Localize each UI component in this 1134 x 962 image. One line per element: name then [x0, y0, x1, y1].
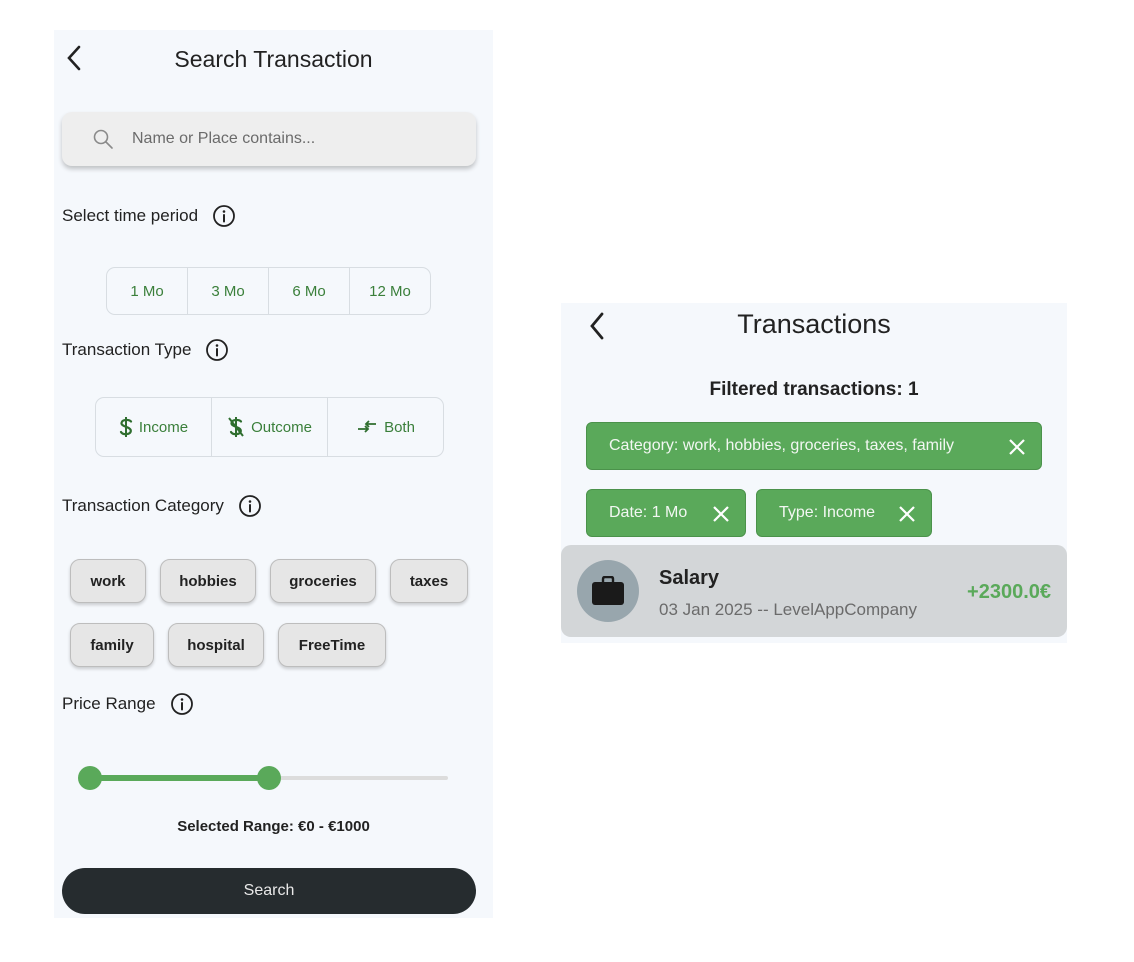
type-option-income[interactable]: Income	[96, 398, 212, 456]
period-option-1mo[interactable]: 1 Mo	[107, 268, 188, 314]
transaction-type-label: Transaction Type	[62, 340, 192, 359]
info-icon[interactable]	[238, 494, 262, 518]
category-chip-family[interactable]: family	[70, 623, 154, 667]
transaction-meta: 03 Jan 2025 -- LevelAppCompany	[659, 600, 917, 619]
transaction-amount: +2300.0€	[967, 581, 1051, 603]
time-period-section: Select time period	[62, 204, 236, 228]
period-option-6mo[interactable]: 6 Mo	[269, 268, 350, 314]
info-icon[interactable]	[212, 204, 236, 228]
category-chip-groceries[interactable]: groceries	[270, 559, 376, 603]
price-range-max-handle[interactable]	[257, 766, 281, 790]
filter-chip-type: Type: Income	[756, 489, 932, 537]
type-option-both[interactable]: Both	[328, 398, 443, 456]
info-icon[interactable]	[170, 692, 194, 716]
search-field[interactable]	[62, 112, 476, 166]
time-period-selector: 1 Mo 3 Mo 6 Mo 12 Mo	[106, 267, 431, 315]
type-option-label: Outcome	[251, 418, 312, 436]
transactions-screen: Transactions Filtered transactions: 1 Ca…	[561, 303, 1067, 643]
transaction-type-selector: Income Outcome Both	[95, 397, 444, 457]
filter-chip-label: Date: 1 Mo	[609, 504, 688, 521]
filter-chip-date: Date: 1 Mo	[586, 489, 746, 537]
category-chip-hospital[interactable]: hospital	[168, 623, 264, 667]
dollar-crossed-icon	[228, 417, 244, 437]
category-chip-taxes[interactable]: taxes	[390, 559, 468, 603]
filter-chip-category: Category: work, hobbies, groceries, taxe…	[586, 422, 1042, 470]
type-option-label: Both	[384, 418, 415, 436]
search-button[interactable]: Search	[62, 868, 476, 914]
price-range-active-track	[90, 775, 269, 781]
swap-arrows-icon	[358, 420, 377, 433]
filter-chip-label: Category: work, hobbies, groceries, taxe…	[609, 437, 955, 454]
period-option-3mo[interactable]: 3 Mo	[188, 268, 269, 314]
search-input[interactable]	[130, 122, 464, 156]
filtered-count: Filtered transactions: 1	[709, 379, 919, 400]
search-transaction-screen: Search Transaction Select time period 1 …	[54, 30, 493, 918]
close-icon[interactable]	[1007, 437, 1027, 462]
info-icon[interactable]	[205, 338, 229, 362]
briefcase-icon	[592, 576, 624, 605]
price-range-label: Price Range	[62, 694, 156, 713]
selected-range-text: Selected Range: €0 - €1000	[177, 818, 370, 835]
category-chip-freetime[interactable]: FreeTime	[278, 623, 386, 667]
dollar-icon	[119, 417, 132, 437]
price-range-min-handle[interactable]	[78, 766, 102, 790]
page-title: Transactions	[737, 309, 891, 339]
type-option-label: Income	[138, 418, 189, 436]
close-icon[interactable]	[711, 504, 731, 529]
transaction-category-label: Transaction Category	[62, 496, 224, 515]
price-range-section: Price Range	[62, 692, 194, 716]
transaction-name: Salary	[659, 567, 720, 589]
transaction-category-avatar	[577, 560, 639, 622]
category-chip-work[interactable]: work	[70, 559, 146, 603]
filter-chip-label: Type: Income	[779, 504, 876, 521]
period-option-12mo[interactable]: 12 Mo	[350, 268, 430, 314]
transaction-type-section: Transaction Type	[62, 338, 229, 362]
search-icon	[93, 129, 113, 149]
transaction-list-item[interactable]: Salary 03 Jan 2025 -- LevelAppCompany +2…	[561, 545, 1067, 637]
transaction-category-section: Transaction Category	[62, 494, 262, 518]
category-chip-hobbies[interactable]: hobbies	[160, 559, 256, 603]
type-option-outcome[interactable]: Outcome	[212, 398, 328, 456]
close-icon[interactable]	[897, 504, 917, 529]
time-period-label: Select time period	[62, 206, 199, 225]
page-title: Search Transaction	[174, 46, 373, 72]
